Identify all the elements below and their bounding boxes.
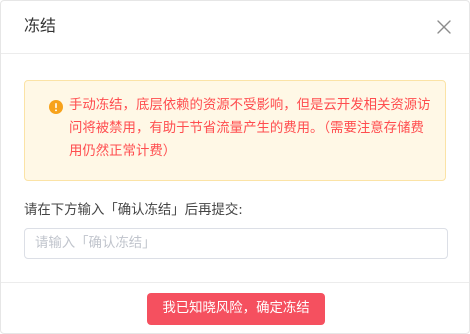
- dialog-title: 冻结: [24, 16, 57, 35]
- close-button[interactable]: [434, 17, 454, 37]
- dialog-header: 冻结: [1, 1, 469, 54]
- dialog-footer: 我已知晓风险，确定冻结: [1, 282, 469, 333]
- warning-circle-icon: [49, 100, 63, 114]
- input-instruction: 请在下方输入「确认冻结」后再提交:: [24, 203, 243, 218]
- freeze-dialog: 冻结 手动冻结，底层依赖的资源不受影响，但是云开发相关资源访问将被禁用，有助于节…: [0, 0, 470, 334]
- warning-message: 手动冻结，底层依赖的资源不受影响，但是云开发相关资源访问将被禁用，有助于节省流量…: [69, 98, 431, 159]
- confirm-text-input[interactable]: [24, 228, 448, 259]
- warning-alert: 手动冻结，底层依赖的资源不受影响，但是云开发相关资源访问将被禁用，有助于节省流量…: [24, 80, 446, 181]
- close-icon: [437, 20, 451, 34]
- confirm-freeze-button[interactable]: 我已知晓风险，确定冻结: [147, 293, 325, 325]
